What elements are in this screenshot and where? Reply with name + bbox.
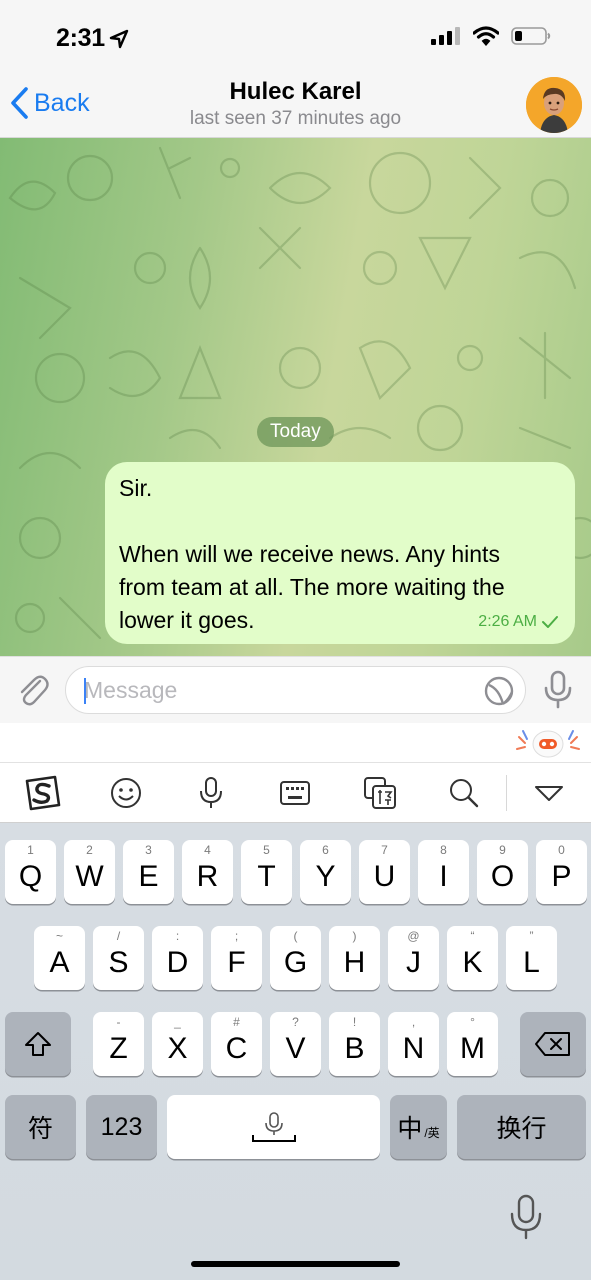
key-f[interactable]: ; F <box>211 926 262 990</box>
key-z[interactable]: -Z <box>93 1012 144 1076</box>
text-caret <box>84 678 86 704</box>
key-u[interactable]: 7U <box>359 840 410 904</box>
key-g[interactable]: (G <box>270 926 321 990</box>
battery-icon <box>511 27 551 45</box>
key-d[interactable]: :D <box>152 926 203 990</box>
wifi-icon <box>473 26 499 46</box>
chat-title: Hulec Karel <box>229 78 362 105</box>
shift-arrow-icon <box>25 1032 51 1056</box>
emoji-icon[interactable] <box>107 775 145 811</box>
message-meta: 2:26 AM <box>478 605 559 638</box>
search-icon[interactable] <box>445 775 483 811</box>
voice-input-icon[interactable] <box>192 775 230 811</box>
message-text-line: Sir. <box>119 475 153 501</box>
key-s[interactable]: / S <box>93 926 144 990</box>
message-field[interactable] <box>65 666 526 714</box>
dictation-mic-icon[interactable] <box>508 1194 544 1240</box>
key-b[interactable]: ! B <box>329 1012 380 1076</box>
keyboard: 1Q 2W 3E 4R 5T 6Y 7U 8I 9O 0P ~ A / S :D ;… <box>0 723 591 1280</box>
numbers-key[interactable]: 123 <box>86 1095 157 1159</box>
language-switch-key[interactable]: 中/英 <box>390 1095 447 1159</box>
keyboard-suggestion-bar <box>0 723 591 763</box>
key-e[interactable]: 3E <box>123 840 174 904</box>
key-i[interactable]: 8I <box>418 840 469 904</box>
microphone-icon[interactable] <box>541 669 575 709</box>
status-bar: 2:31 <box>0 0 591 78</box>
sticker-icon[interactable] <box>483 675 515 707</box>
key-r[interactable]: 4R <box>182 840 233 904</box>
keyboard-toolbar <box>0 763 591 823</box>
key-w[interactable]: 2W <box>64 840 115 904</box>
keyboard-mascot-icon[interactable] <box>515 727 581 759</box>
space-key[interactable] <box>167 1095 380 1159</box>
avatar-image <box>526 77 582 133</box>
message-time: 2:26 AM <box>478 613 537 630</box>
keyboard-switch-icon[interactable] <box>276 775 314 811</box>
last-seen-text: last seen 37 minutes ago <box>189 108 402 129</box>
key-n[interactable]: ,N <box>388 1012 439 1076</box>
shift-key[interactable] <box>5 1012 71 1076</box>
avatar[interactable] <box>526 77 582 133</box>
paperclip-icon[interactable] <box>14 671 52 709</box>
message-input[interactable] <box>66 667 525 713</box>
key-p[interactable]: 0P <box>536 840 587 904</box>
key-x[interactable]: _ X <box>152 1012 203 1076</box>
space-voice-icon <box>251 1112 296 1142</box>
chat-header: Back Hulec Karel last seen 37 minutes ag… <box>0 77 591 138</box>
key-l[interactable]: ” L <box>506 926 557 990</box>
key-v[interactable]: ? V <box>270 1012 321 1076</box>
status-time: 2:31 <box>56 24 129 53</box>
key-t[interactable]: 5T <box>241 840 292 904</box>
backspace-key[interactable] <box>520 1012 586 1076</box>
key-j[interactable]: @ J <box>388 926 439 990</box>
key-k[interactable]: “K <box>447 926 498 990</box>
sogou-logo-icon[interactable] <box>23 775 61 811</box>
message-text-line: When will we receive news. Any hints <box>119 541 500 567</box>
checkmark-icon <box>542 615 558 628</box>
symbols-key[interactable]: 符 <box>5 1095 76 1159</box>
return-key[interactable]: 换行 <box>457 1095 586 1159</box>
key-h[interactable]: ) H <box>329 926 380 990</box>
backspace-icon <box>535 1032 570 1056</box>
collapse-keyboard-icon[interactable] <box>530 775 568 811</box>
translate-icon[interactable] <box>361 775 399 811</box>
key-area: 1Q 2W 3E 4R 5T 6Y 7U 8I 9O 0P ~ A / S :D ;… <box>0 823 591 1280</box>
key-o[interactable]: 9O <box>477 840 528 904</box>
key-c[interactable]: # C <box>211 1012 262 1076</box>
cellular-signal-icon <box>431 27 460 45</box>
key-q[interactable]: 1Q <box>5 840 56 904</box>
chat-title-block[interactable]: Hulec Karel last seen 37 minutes ago <box>0 78 591 130</box>
outgoing-message-bubble[interactable]: Sir. When will we receive news. Any hint… <box>105 462 575 644</box>
message-input-bar <box>0 656 591 723</box>
key-m[interactable]: ° M <box>447 1012 498 1076</box>
clock-text: 2:31 <box>56 24 105 52</box>
date-separator: Today <box>257 417 334 447</box>
location-arrow-icon <box>109 29 129 48</box>
message-list[interactable]: Today Sir. When will we receive news. An… <box>0 138 591 656</box>
key-y[interactable]: 6Y <box>300 840 351 904</box>
home-indicator[interactable] <box>191 1261 400 1267</box>
key-a[interactable]: ~ A <box>34 926 85 990</box>
message-text-line: from team at all. The more waiting the <box>119 574 505 600</box>
